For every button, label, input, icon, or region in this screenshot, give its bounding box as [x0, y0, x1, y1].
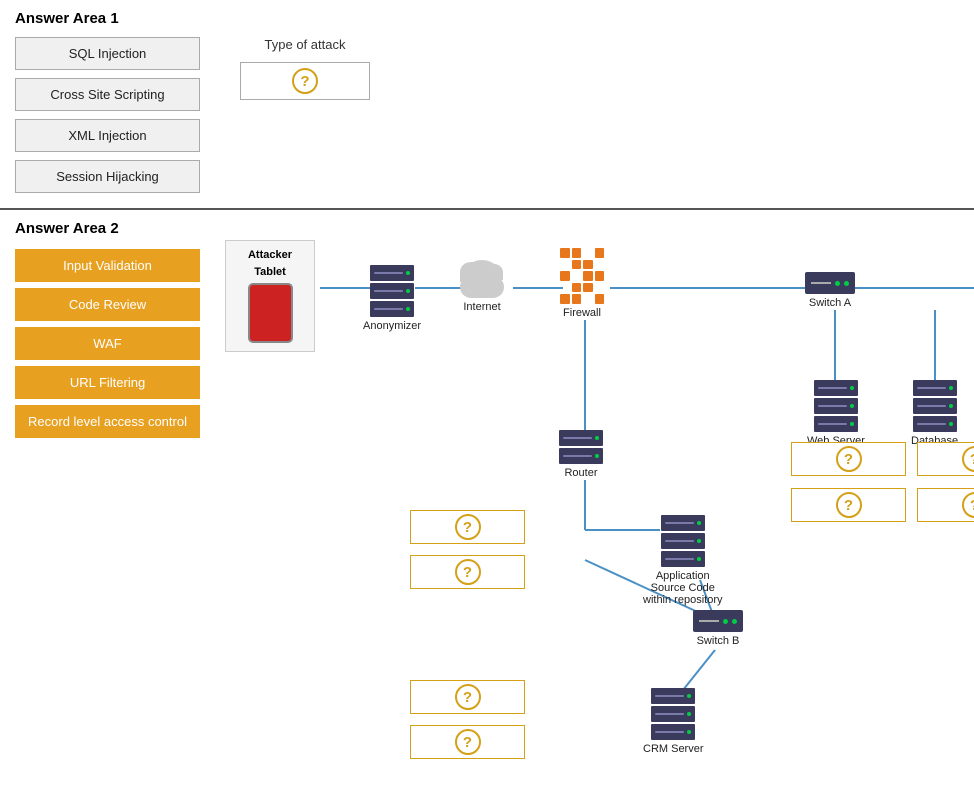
tablet-icon [248, 283, 293, 343]
switch-a-icon [805, 272, 855, 294]
drop-zone-crm-1[interactable]: ? [410, 680, 525, 714]
qmark-left-2: ? [455, 559, 481, 585]
drag-item-record-access[interactable]: Record level access control [15, 405, 200, 438]
type-attack-column: Type of attack ? [240, 37, 370, 100]
drop-zone-ws-2[interactable]: ? [791, 488, 906, 522]
drag-item-sql[interactable]: SQL Injection [15, 37, 200, 70]
drag-item-session[interactable]: Session Hijacking [15, 160, 200, 193]
drop-zone-db-2[interactable]: ? [917, 488, 974, 522]
internet-cloud-icon [455, 262, 509, 298]
drop-zone-db-1[interactable]: ? [917, 442, 974, 476]
database-icon [913, 380, 957, 432]
drag-item-code-review[interactable]: Code Review [15, 288, 200, 321]
crm-server-icon [651, 688, 695, 740]
drop-zone-left-2[interactable]: ? [410, 555, 525, 589]
web-server-node: Web Server [807, 380, 865, 447]
anonymizer-icon [370, 265, 414, 317]
firewall-label: Firewall [563, 307, 601, 319]
app-source-label: Application Source Code within repositor… [643, 570, 722, 606]
area1-title: Answer Area 1 [15, 10, 959, 27]
qmark-ws-1: ? [836, 446, 862, 472]
attacker-title: Attacker [248, 249, 292, 261]
area2-title: Answer Area 2 [15, 220, 215, 237]
crm-server-label: CRM Server [643, 743, 704, 755]
qmark-ws-2: ? [836, 492, 862, 518]
internet-node: Internet [455, 262, 509, 313]
drop-zone-left-1[interactable]: ? [410, 510, 525, 544]
firewall-node: Firewall [560, 248, 604, 319]
drag-item-url-filtering[interactable]: URL Filtering [15, 366, 200, 399]
area1-drop-zone[interactable]: ? [240, 62, 370, 100]
attacker-tablet-node: Attacker Tablet [225, 240, 315, 352]
app-source-node: Application Source Code within repositor… [643, 515, 722, 606]
drag-item-waf[interactable]: WAF [15, 327, 200, 360]
area2-drag-items: Answer Area 2 Input Validation Code Revi… [15, 220, 215, 760]
database-node: Database [911, 380, 958, 447]
internet-label: Internet [463, 301, 500, 313]
drop-zone-crm-2[interactable]: ? [410, 725, 525, 759]
router-label: Router [564, 467, 597, 479]
drag-item-input-validation[interactable]: Input Validation [15, 249, 200, 282]
anonymizer-label: Anonymizer [363, 320, 421, 332]
app-source-icon [661, 515, 705, 567]
web-server-icon [814, 380, 858, 432]
qmark-left-1: ? [455, 514, 481, 540]
switch-a-label: Switch A [809, 297, 851, 309]
answer-area-1: Answer Area 1 SQL Injection Cross Site S… [0, 0, 974, 210]
switch-b-node: Switch B [693, 610, 743, 647]
type-attack-label: Type of attack [265, 37, 346, 52]
area1-drag-items: SQL Injection Cross Site Scripting XML I… [15, 37, 200, 193]
router-node: Router [559, 430, 603, 479]
qmark-crm-1: ? [455, 684, 481, 710]
switch-b-icon [693, 610, 743, 632]
qmark-crm-2: ? [455, 729, 481, 755]
router-icon [559, 430, 603, 464]
anonymizer-node: Anonymizer [363, 265, 421, 332]
drag-item-xss[interactable]: Cross Site Scripting [15, 78, 200, 111]
crm-server-node: CRM Server [643, 688, 704, 755]
switch-a-node: Switch A [805, 272, 855, 309]
drag-item-xml[interactable]: XML Injection [15, 119, 200, 152]
firewall-icon [560, 248, 604, 304]
drop-zone-ws-1[interactable]: ? [791, 442, 906, 476]
switch-b-label: Switch B [697, 635, 740, 647]
answer-area-2: Answer Area 2 Input Validation Code Revi… [0, 210, 974, 770]
qmark-db-1: ? [962, 446, 974, 472]
area1-question-mark: ? [292, 68, 318, 94]
qmark-db-2: ? [962, 492, 974, 518]
attacker-subtitle: Tablet [254, 266, 286, 278]
network-diagram: Attacker Tablet Anonymizer Inter [215, 220, 974, 760]
